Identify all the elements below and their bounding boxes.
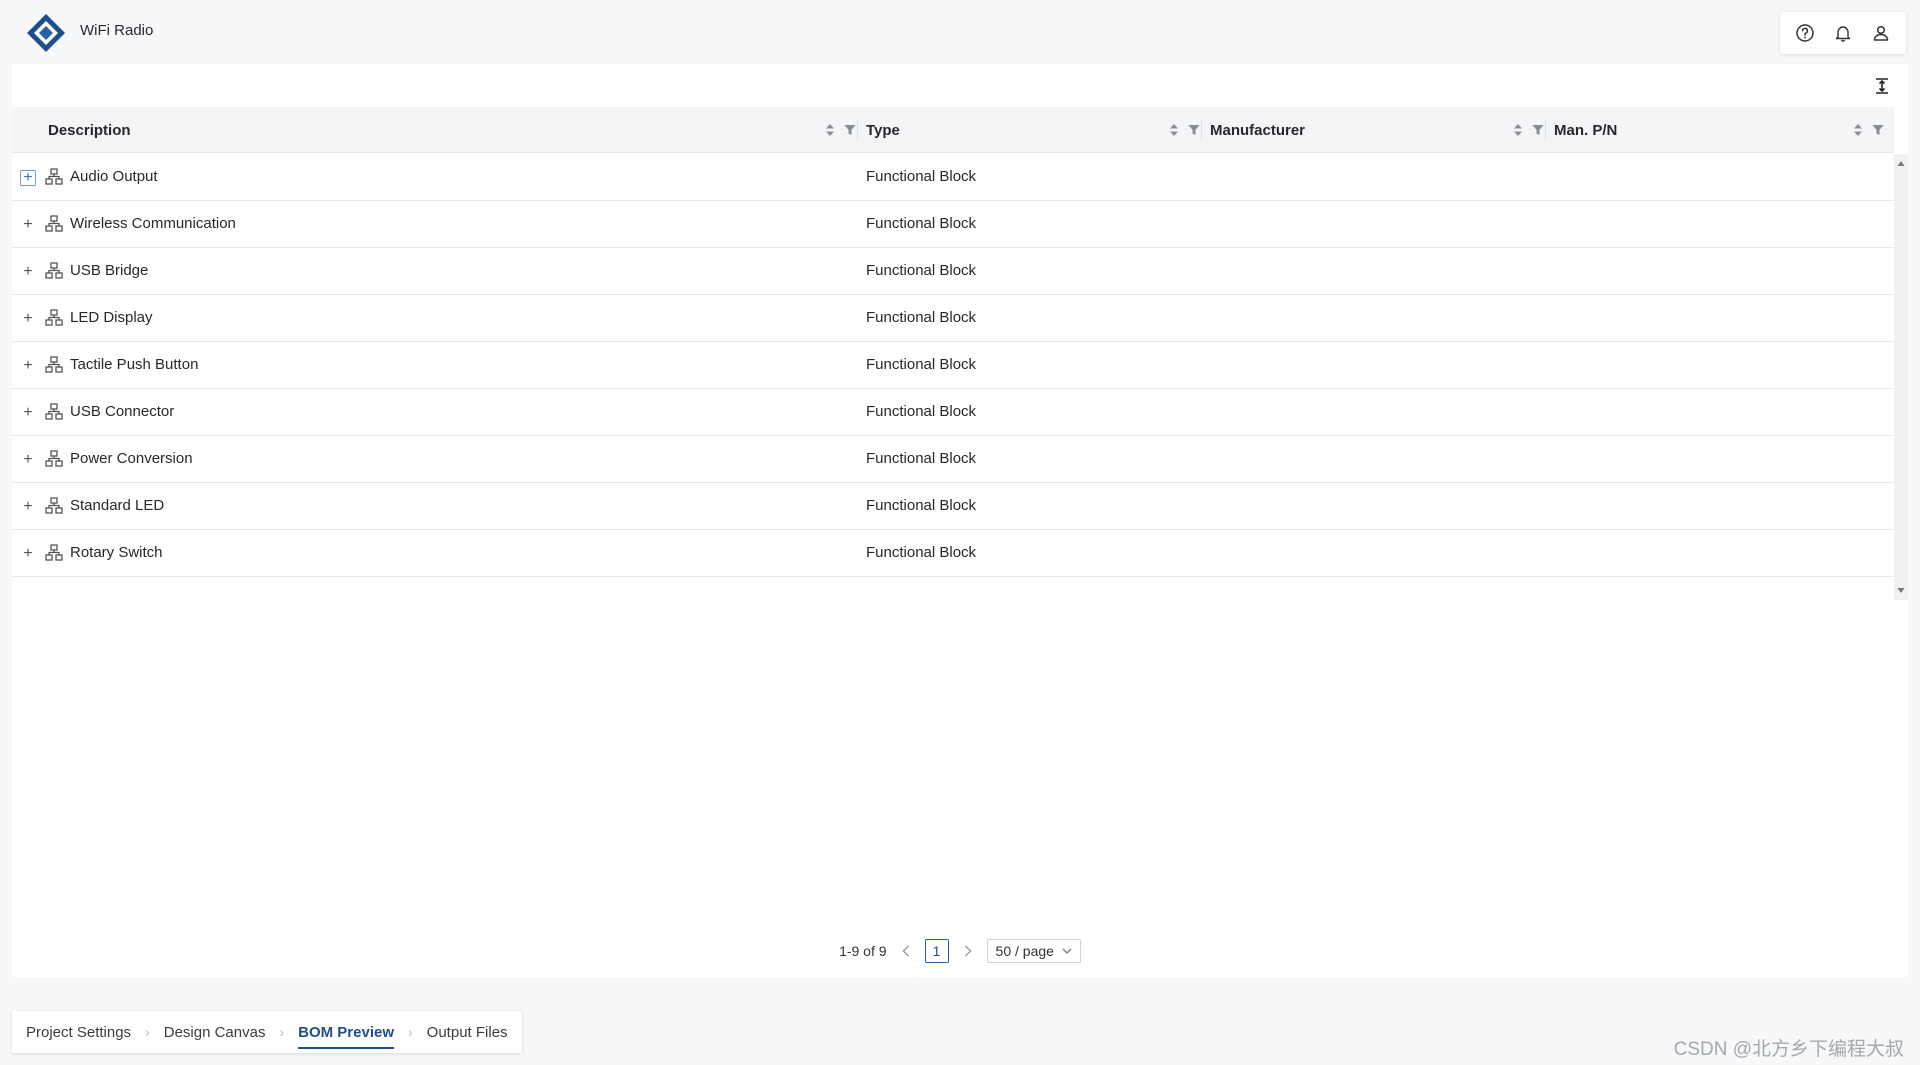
cell-description: Tactile Push Button [70,356,199,373]
functional-block-icon [45,262,63,279]
functional-block-icon [45,168,63,185]
step-project-settings[interactable]: Project Settings [26,1011,131,1053]
table-row[interactable]: + Standard LED Functional Block [12,483,1894,530]
functional-block-icon [45,497,63,514]
cell-type: Functional Block [866,497,977,514]
functional-block-icon [45,450,63,467]
functional-block-icon [45,309,63,326]
app-title: WiFi Radio [80,22,154,39]
bom-panel: Description Type Manufacturer Man. P/N +… [12,64,1908,977]
column-header-man-pn[interactable]: Man. P/N [1554,107,1894,153]
sort-icon[interactable] [1168,123,1180,137]
column-header-type[interactable]: Type [866,107,1210,153]
workflow-steps: Project Settings › Design Canvas › BOM P… [12,1011,522,1053]
sort-icon[interactable] [1852,123,1864,137]
cell-description: Wireless Communication [70,215,236,232]
expand-row-icon[interactable]: + [20,546,36,562]
chevron-right-icon: › [145,1024,150,1040]
functional-block-icon [45,356,63,373]
filter-icon[interactable] [1188,123,1200,137]
page-size-value: 50 / page [995,943,1054,959]
cell-type: Functional Block [866,356,977,373]
expand-row-icon[interactable]: + [20,358,36,374]
functional-block-icon [45,215,63,232]
chevron-right-icon: › [408,1024,413,1040]
expand-row-icon[interactable]: + [20,217,36,233]
step-output-files[interactable]: Output Files [427,1011,508,1053]
table-header: Description Type Manufacturer Man. P/N [12,107,1894,153]
table-row[interactable]: + Audio Output Functional Block [12,154,1894,201]
expand-row-icon[interactable]: + [20,499,36,515]
step-bom-preview[interactable]: BOM Preview [298,1011,394,1053]
table-body: + Audio Output Functional Block + Wirele… [12,154,1894,578]
sort-icon[interactable] [824,123,836,137]
scroll-down-icon[interactable] [1897,586,1905,594]
table-row[interactable]: + USB Connector Functional Block [12,389,1894,436]
pagination-range: 1-9 of 9 [839,943,887,959]
cell-description: USB Bridge [70,262,149,279]
pagination: 1-9 of 9 1 50 / page [12,939,1908,963]
functional-block-icon [45,403,63,420]
cell-description: Standard LED [70,497,165,514]
table-row[interactable]: + LED Display Functional Block [12,295,1894,342]
chevron-down-icon [1062,948,1072,954]
step-design-canvas[interactable]: Design Canvas [164,1011,266,1053]
cell-description: USB Connector [70,403,175,420]
panel-toolbar [12,64,1908,106]
table-row[interactable]: + Power Conversion Functional Block [12,436,1894,483]
column-header-manufacturer[interactable]: Manufacturer [1210,107,1554,153]
table-row[interactable]: + Tactile Push Button Functional Block [12,342,1894,389]
watermark: CSDN @北方乡下编程大叔 [1673,1039,1904,1060]
sort-icon[interactable] [1512,123,1524,137]
prev-page-icon[interactable] [899,944,913,958]
table-row[interactable]: + Rotary Switch Functional Block [12,530,1894,577]
chevron-right-icon: › [279,1024,285,1040]
cell-description: Rotary Switch [70,544,163,561]
expand-row-icon[interactable]: + [20,452,36,468]
functional-block-icon [45,544,63,561]
column-divider[interactable] [1201,119,1202,141]
column-divider[interactable] [857,119,858,141]
cell-description: Power Conversion [70,450,193,467]
filter-icon[interactable] [1872,123,1884,137]
table-scrollbar[interactable] [1894,154,1908,600]
cell-type: Functional Block [866,403,977,420]
row-density-icon[interactable] [1870,74,1894,98]
cell-type: Functional Block [866,168,977,185]
expand-row-icon[interactable]: + [20,405,36,421]
cell-type: Functional Block [866,309,977,326]
filter-icon[interactable] [1532,123,1544,137]
page-number-button[interactable]: 1 [924,939,949,963]
column-divider[interactable] [1545,119,1546,141]
expand-row-icon[interactable]: + [20,170,36,186]
next-page-icon[interactable] [961,944,975,958]
page-size-select[interactable]: 50 / page [986,939,1081,963]
table-row[interactable]: + USB Bridge Functional Block [12,248,1894,295]
cell-description: Audio Output [70,168,158,185]
cell-description: LED Display [70,309,153,326]
header-actions [1780,12,1906,54]
expand-row-icon[interactable]: + [20,311,36,327]
cell-type: Functional Block [866,262,977,279]
help-icon[interactable] [1791,19,1819,47]
bell-icon[interactable] [1829,19,1857,47]
scroll-up-icon[interactable] [1897,160,1905,168]
app-header: WiFi Radio [0,0,1920,64]
user-icon[interactable] [1867,19,1895,47]
expand-row-icon[interactable]: + [20,264,36,280]
cell-type: Functional Block [866,450,977,467]
cell-type: Functional Block [866,544,977,561]
column-header-description[interactable]: Description [48,107,866,153]
filter-icon[interactable] [844,123,856,137]
table-row[interactable]: + Wireless Communication Functional Bloc… [12,201,1894,248]
app-logo-icon[interactable] [26,13,66,53]
cell-type: Functional Block [866,215,977,232]
